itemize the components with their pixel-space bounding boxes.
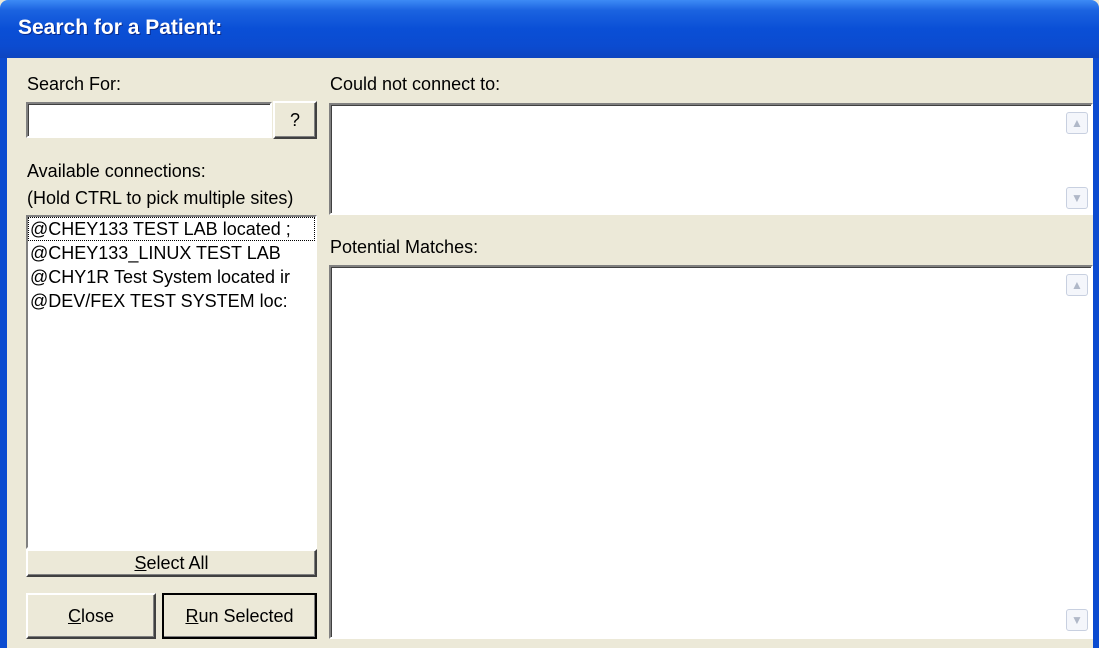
potential-matches-label: Potential Matches: bbox=[330, 237, 479, 257]
run-selected-button[interactable]: Run Selected bbox=[162, 593, 317, 639]
scroll-down-icon[interactable]: ▼ bbox=[1066, 609, 1088, 631]
window-title: Search for a Patient: bbox=[18, 16, 223, 39]
select-all-accel: S bbox=[134, 553, 147, 573]
help-button-label: ? bbox=[289, 110, 300, 130]
could-not-connect-box[interactable]: ▲ ▼ bbox=[329, 103, 1093, 215]
close-accel: C bbox=[67, 606, 81, 626]
could-not-connect-label: Could not connect to: bbox=[330, 74, 501, 94]
connections-list[interactable]: @CHEY133 TEST LAB located ; @CHEY133_LIN… bbox=[26, 215, 317, 549]
list-item[interactable]: @DEV/FEX TEST SYSTEM loc: bbox=[28, 289, 315, 313]
scroll-up-icon[interactable]: ▲ bbox=[1066, 112, 1088, 134]
scroll-up-icon[interactable]: ▲ bbox=[1066, 274, 1088, 296]
search-input[interactable] bbox=[26, 102, 272, 138]
close-button[interactable]: Close bbox=[26, 593, 156, 639]
available-connections-label: Available connections: bbox=[27, 161, 206, 181]
run-accel: R bbox=[185, 606, 199, 626]
scroll-down-icon[interactable]: ▼ bbox=[1066, 187, 1088, 209]
list-item[interactable]: @CHEY133 TEST LAB located ; bbox=[28, 217, 315, 241]
run-selected-label: un Selected bbox=[198, 606, 294, 626]
potential-matches-header: Potential Matches: bbox=[320, 215, 1093, 265]
list-item[interactable]: @CHY1R Test System located ir bbox=[28, 265, 315, 289]
window-frame-left bbox=[0, 58, 7, 648]
help-button[interactable]: ? bbox=[273, 101, 317, 139]
list-item[interactable]: @CHEY133_LINUX TEST LAB bbox=[28, 241, 315, 265]
multi-select-hint: (Hold CTRL to pick multiple sites) bbox=[27, 188, 294, 208]
select-all-label: elect All bbox=[146, 553, 209, 573]
select-all-button[interactable]: Select All bbox=[26, 549, 317, 577]
window-frame-right bbox=[1093, 58, 1099, 648]
close-label: lose bbox=[80, 606, 115, 626]
search-for-label: Search For: bbox=[27, 74, 122, 94]
potential-matches-box[interactable]: ▲ ▼ bbox=[329, 265, 1093, 639]
title-bar[interactable]: Search for a Patient: bbox=[0, 0, 1099, 58]
